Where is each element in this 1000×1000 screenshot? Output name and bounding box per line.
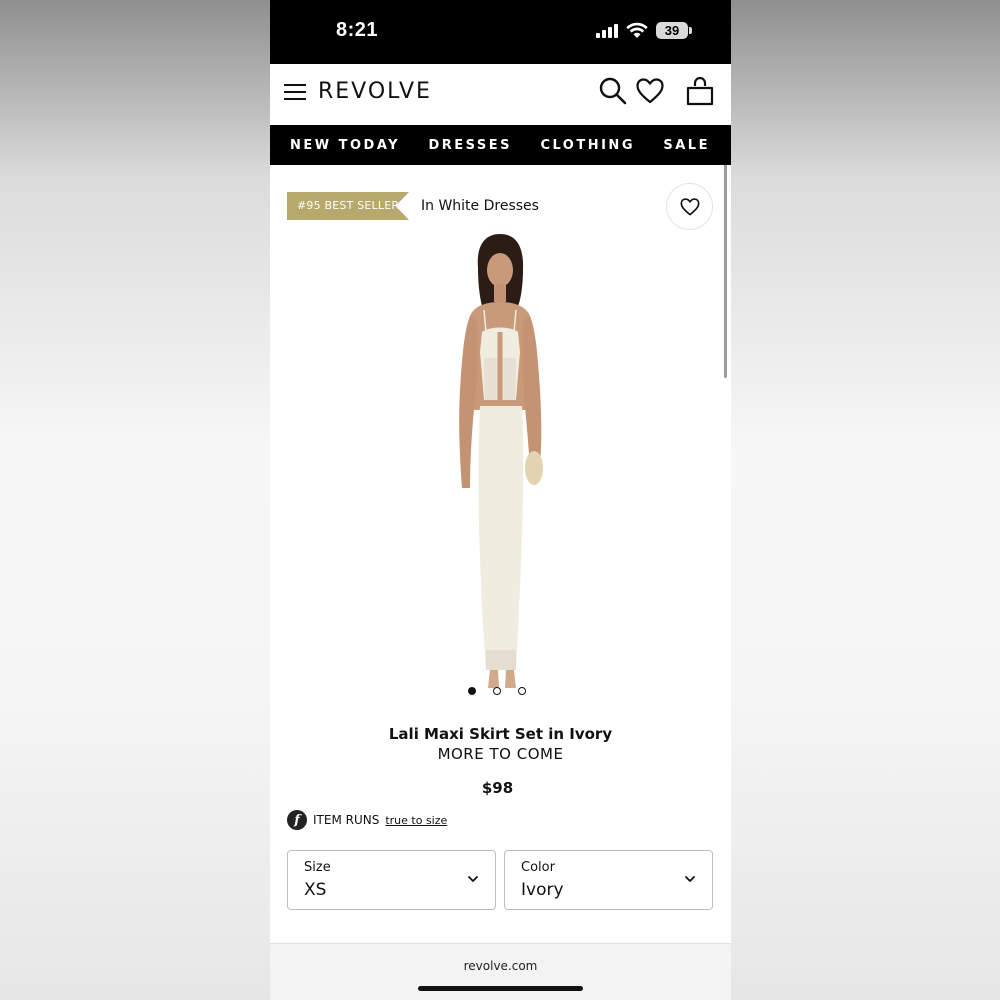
site-header: REVOLVE <box>270 64 731 378</box>
category-nav: NEW TODAY DRESSES CLOTHING SALE <box>270 125 731 165</box>
scrollbar[interactable] <box>724 146 727 378</box>
status-time: 8:21 <box>336 19 379 41</box>
chevron-down-icon <box>468 876 478 882</box>
best-seller-badge: #95 BEST SELLER <box>287 192 409 220</box>
heart-icon[interactable] <box>636 78 664 104</box>
fit-info: f ITEM RUNS true to size <box>287 810 447 830</box>
product-price: $98 <box>481 779 514 797</box>
home-indicator[interactable] <box>418 986 583 991</box>
shopping-bag-icon[interactable] <box>686 76 714 106</box>
search-icon[interactable] <box>598 76 628 106</box>
battery-indicator: 39 <box>656 22 688 39</box>
fit-predictor-icon: f <box>287 810 307 830</box>
size-select-label: Size <box>304 860 331 875</box>
fit-label: ITEM RUNS <box>313 813 380 827</box>
image-pagination <box>468 687 526 695</box>
nav-item-dresses[interactable]: DRESSES <box>428 138 512 153</box>
browser-bottom-bar: revolve.com <box>270 943 731 1000</box>
wifi-icon <box>626 22 648 38</box>
color-select-label: Color <box>521 860 555 875</box>
battery-tip <box>689 27 692 34</box>
menu-icon[interactable] <box>284 84 306 102</box>
pagination-dot[interactable] <box>518 687 526 695</box>
cellular-signal-icon <box>596 24 618 38</box>
product-title: Lali Maxi Skirt Set in Ivory <box>388 725 613 743</box>
color-select-value: Ivory <box>521 880 564 900</box>
status-bar: 8:21 39 <box>270 0 731 64</box>
pagination-dot[interactable] <box>468 687 476 695</box>
fit-value-link[interactable]: true to size <box>385 814 447 827</box>
browser-url[interactable]: revolve.com <box>270 959 731 973</box>
color-select[interactable]: Color Ivory <box>504 850 713 910</box>
nav-item-new-today[interactable]: NEW TODAY <box>290 138 400 153</box>
nav-item-clothing[interactable]: CLOTHING <box>540 138 635 153</box>
brand-logo[interactable]: REVOLVE <box>318 79 432 104</box>
size-select[interactable]: Size XS <box>287 850 496 910</box>
best-seller-category[interactable]: In White Dresses <box>421 198 539 214</box>
product-image[interactable] <box>420 230 580 700</box>
pagination-dot[interactable] <box>493 687 501 695</box>
chevron-down-icon <box>685 876 695 882</box>
phone-screen: 8:21 39 REVOLVE NEW TODAY DRESSES CLOTHI… <box>270 0 731 1000</box>
size-select-value: XS <box>304 880 327 900</box>
add-to-wishlist-button[interactable] <box>666 183 713 230</box>
nav-item-sale[interactable]: SALE <box>663 138 710 153</box>
product-brand[interactable]: MORE TO COME <box>270 745 731 763</box>
heart-outline-icon <box>680 197 699 215</box>
